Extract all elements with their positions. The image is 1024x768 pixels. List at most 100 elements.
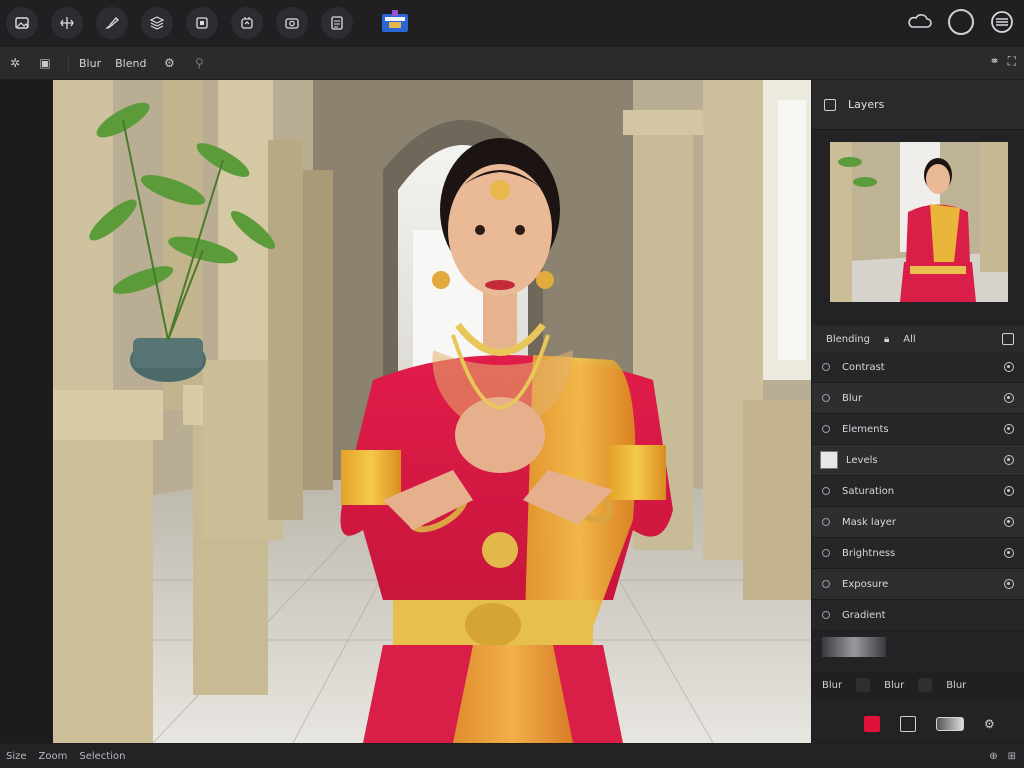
crop-icon: [196, 17, 208, 29]
layers-tool-button[interactable]: [141, 7, 173, 39]
visibility-eye-icon[interactable]: [1004, 393, 1014, 403]
background-color-swatch[interactable]: [900, 716, 916, 732]
footer-item[interactable]: Blur: [946, 680, 966, 691]
export-tool-button[interactable]: [321, 7, 353, 39]
photo-editor-app: ✲ ▣ Blur Blend ⚙ ⚲ ⚭ ⛶ Layers Blending 🔒…: [0, 0, 1024, 768]
panel-footer: Blur Blur Blur: [812, 672, 1024, 698]
filter-icon: [285, 18, 299, 29]
footer-box[interactable]: [856, 678, 871, 692]
layer-label: Gradient: [842, 609, 886, 621]
layer-radio-icon[interactable]: [822, 487, 830, 495]
tab-all[interactable]: All: [899, 332, 919, 347]
link-icon[interactable]: ⚭: [990, 54, 1000, 69]
image-canvas[interactable]: [53, 80, 811, 743]
visibility-eye-icon[interactable]: [1004, 362, 1014, 372]
option-blend[interactable]: Blend: [115, 57, 146, 70]
visibility-eye-icon[interactable]: [1004, 548, 1014, 558]
footer-item[interactable]: Blur: [884, 680, 904, 691]
layer-row-exposure[interactable]: Exposure: [812, 569, 1024, 600]
menu-icon: [991, 11, 1013, 33]
layer-radio-icon[interactable]: [822, 363, 830, 371]
visibility-eye-icon[interactable]: [1004, 424, 1014, 434]
transform-icon: [60, 17, 74, 29]
status-zoom: Zoom: [38, 750, 68, 762]
layer-radio-icon[interactable]: [822, 549, 830, 557]
transform-tool-button[interactable]: [51, 7, 83, 39]
zoom-in-icon[interactable]: ⊕: [989, 751, 997, 762]
status-bar: Size Zoom Selection ⊕ ⊞: [0, 744, 1024, 768]
layer-row-brightness[interactable]: Brightness: [812, 538, 1024, 569]
layer-radio-icon[interactable]: [822, 611, 830, 619]
visibility-eye-icon[interactable]: [1004, 455, 1014, 465]
expand-icon[interactable]: ⛶: [1008, 54, 1016, 69]
top-right-actions: [906, 8, 1016, 36]
adjust-icon: [241, 17, 253, 29]
divider: [68, 55, 69, 71]
image-icon: [15, 17, 29, 29]
panel-toggle-icon[interactable]: [824, 98, 836, 111]
layers-icon: [149, 16, 165, 30]
gear-icon[interactable]: ⚙: [160, 54, 178, 72]
layer-label: Contrast: [842, 361, 885, 373]
panel-title: Layers: [848, 98, 885, 111]
layers-tabs: Blending 🔒︎ All: [812, 326, 1024, 352]
layer-row-mask[interactable]: Mask layer: [812, 507, 1024, 538]
option-blur[interactable]: Blur: [79, 57, 101, 70]
visibility-eye-icon[interactable]: [1004, 486, 1014, 496]
settings-icon[interactable]: ⚙: [984, 717, 995, 731]
gradient-bar[interactable]: [822, 637, 886, 657]
menu-button[interactable]: [988, 8, 1016, 36]
top-toolbar: [0, 0, 1024, 46]
pin-icon[interactable]: ⚲: [190, 54, 208, 72]
layer-row-levels[interactable]: Levels: [812, 445, 1024, 476]
filter-tool-button[interactable]: [276, 7, 308, 39]
selection-icon[interactable]: ▣: [36, 54, 54, 72]
preview-thumbnail: [830, 142, 1008, 302]
status-size: Size: [6, 750, 27, 762]
adjust-tool-button[interactable]: [231, 7, 263, 39]
panel-header: Layers: [812, 80, 1024, 130]
cloud-button[interactable]: [906, 8, 934, 36]
gradient-editor[interactable]: [812, 631, 1024, 665]
brush-tool-button[interactable]: [96, 7, 128, 39]
visibility-eye-icon[interactable]: [1004, 517, 1014, 527]
export-icon: [331, 16, 343, 30]
navigator-preview[interactable]: [830, 142, 1008, 302]
layer-thumbnail: [820, 451, 838, 469]
layer-label: Levels: [846, 454, 878, 466]
profile-button[interactable]: [948, 9, 974, 35]
layer-radio-icon[interactable]: [822, 394, 830, 402]
layer-row-elements[interactable]: Elements: [812, 414, 1024, 445]
layer-row-gradient[interactable]: Gradient: [812, 600, 1024, 631]
layer-radio-icon[interactable]: [822, 425, 830, 433]
crop-tool-button[interactable]: [186, 7, 218, 39]
foreground-color-swatch[interactable]: [864, 716, 880, 732]
image-tool-button[interactable]: [6, 7, 38, 39]
app-logo-icon[interactable]: [380, 8, 410, 36]
layer-row-saturation[interactable]: Saturation: [812, 476, 1024, 507]
cloud-icon: [908, 14, 932, 28]
preview-caption: [812, 304, 1024, 314]
layer-row-blur[interactable]: Blur: [812, 383, 1024, 414]
grid-icon[interactable]: ⊞: [1008, 751, 1016, 762]
left-tool-strip: [0, 80, 52, 743]
new-layer-icon[interactable]: [1002, 333, 1014, 345]
options-bar-right: ⚭ ⛶: [990, 54, 1016, 69]
visibility-eye-icon[interactable]: [1004, 579, 1014, 589]
footer-item[interactable]: Blur: [822, 680, 842, 691]
footer-box[interactable]: [918, 678, 933, 692]
layer-label: Blur: [842, 392, 863, 404]
layer-row-contrast[interactable]: Contrast: [812, 352, 1024, 383]
layer-radio-icon[interactable]: [822, 518, 830, 526]
layer-radio-icon[interactable]: [822, 580, 830, 588]
status-selection: Selection: [79, 750, 126, 762]
status-right: ⊕ ⊞: [989, 751, 1016, 762]
options-bar: ✲ ▣ Blur Blend ⚙ ⚲ ⚭ ⛶: [0, 47, 1024, 79]
layer-label: Brightness: [842, 547, 896, 559]
gradient-swatch[interactable]: [936, 717, 964, 731]
brush-icon: [105, 17, 119, 29]
layers-panel: Layers Blending 🔒︎ All Contrast Blur Ele…: [812, 80, 1024, 743]
settings-icon[interactable]: ✲: [6, 54, 24, 72]
lock-icon[interactable]: 🔒︎: [884, 334, 889, 345]
tab-blending[interactable]: Blending: [822, 332, 874, 347]
